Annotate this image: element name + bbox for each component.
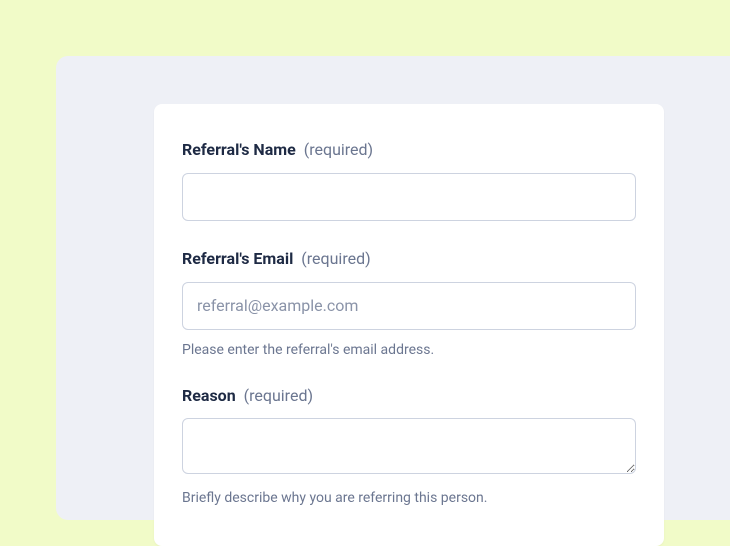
textarea-reason[interactable] <box>182 418 636 474</box>
input-referral-name[interactable] <box>182 173 636 221</box>
label-referral-email: Referral's Email <box>182 249 293 268</box>
label-row-reason: Reason (required) <box>182 386 636 407</box>
label-row-email: Referral's Email (required) <box>182 249 636 270</box>
required-indicator-name: (required) <box>304 140 373 159</box>
label-referral-name: Referral's Name <box>182 140 296 159</box>
required-indicator-reason: (required) <box>244 386 313 405</box>
referral-form-card: Referral's Name (required) Referral's Em… <box>154 104 664 546</box>
field-reason: Reason (required) Briefly describe why y… <box>182 386 636 507</box>
field-referral-email: Referral's Email (required) Please enter… <box>182 249 636 358</box>
input-referral-email[interactable] <box>182 282 636 330</box>
field-referral-name: Referral's Name (required) <box>182 140 636 221</box>
label-row-name: Referral's Name (required) <box>182 140 636 161</box>
required-indicator-email: (required) <box>301 249 370 268</box>
help-text-email: Please enter the referral's email addres… <box>182 342 636 358</box>
help-text-reason: Briefly describe why you are referring t… <box>182 490 636 506</box>
label-reason: Reason <box>182 386 236 405</box>
